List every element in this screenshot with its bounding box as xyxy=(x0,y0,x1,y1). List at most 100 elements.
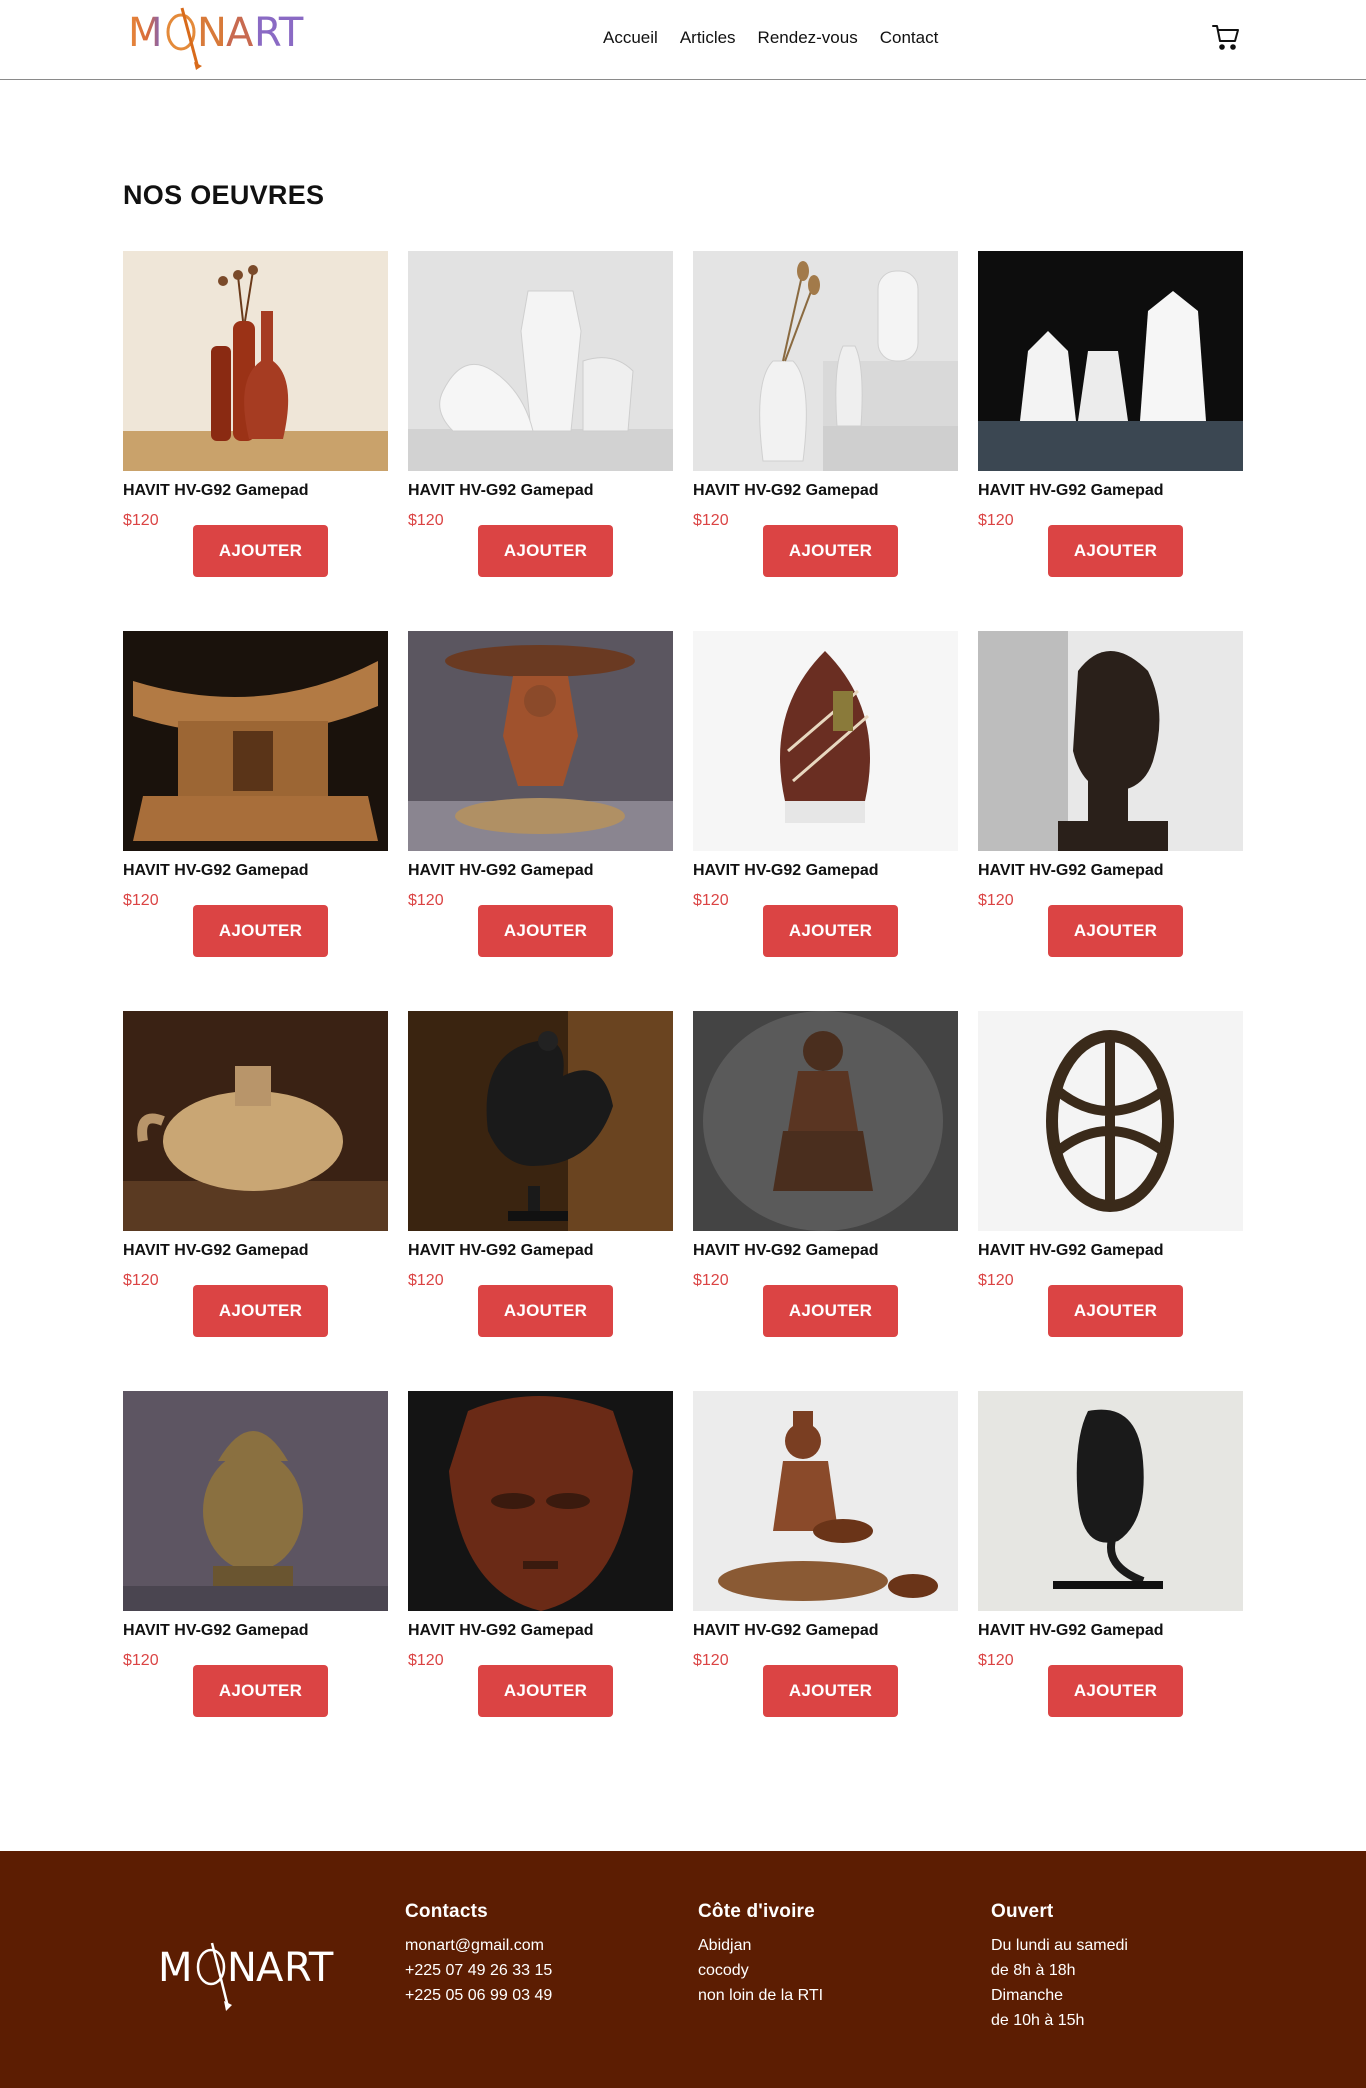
product-price: $120 xyxy=(408,512,444,529)
footer-hours-title: Ouvert xyxy=(991,1901,1054,1922)
add-to-cart-button[interactable]: AJOUTER xyxy=(478,525,613,577)
product-title[interactable]: HAVIT HV-G92 Gamepad xyxy=(123,1622,309,1640)
svg-text:RT: RT xyxy=(284,1945,334,1991)
svg-text:M: M xyxy=(128,10,162,56)
product-image-geometric-white-vases[interactable] xyxy=(978,251,1243,471)
product-title[interactable]: HAVIT HV-G92 Gamepad xyxy=(693,1622,879,1640)
add-to-cart-button[interactable]: AJOUTER xyxy=(1048,1665,1183,1717)
product-image-dark-wooden-head[interactable] xyxy=(978,631,1243,851)
product-card[interactable]: HAVIT HV-G92 Gamepad $120 AJOUTER xyxy=(408,251,673,587)
add-to-cart-button[interactable]: AJOUTER xyxy=(763,1285,898,1337)
product-image-bronze-ife-head[interactable] xyxy=(123,1391,388,1611)
footer-phone-1[interactable]: +225 07 49 26 33 15 xyxy=(405,1958,645,1983)
product-card[interactable]: HAVIT HV-G92 Gamepad $120 AJOUTER xyxy=(978,251,1243,587)
product-image-wooden-mask[interactable] xyxy=(408,1391,673,1611)
product-image-seated-figure-bowl[interactable] xyxy=(693,1391,958,1611)
footer-location: Côte d'ivoire Abidjan cocody non loin de… xyxy=(698,1901,938,2008)
add-to-cart-button[interactable]: AJOUTER xyxy=(478,1285,613,1337)
product-card[interactable]: HAVIT HV-G92 Gamepad $120 AJOUTER xyxy=(123,631,388,967)
monart-logo[interactable]: M N A RT xyxy=(126,2,304,70)
product-price: $120 xyxy=(693,512,729,529)
add-to-cart-button[interactable]: AJOUTER xyxy=(193,905,328,957)
product-image-white-ceramic-vases[interactable] xyxy=(408,251,673,471)
add-to-cart-button[interactable]: AJOUTER xyxy=(193,1285,328,1337)
site-header: M N A RT Accueil Articles Rendez-vous Co… xyxy=(0,0,1366,80)
product-image-terracotta-vases[interactable] xyxy=(123,251,388,471)
footer-hours-line: de 10h à 15h xyxy=(991,2012,1085,2029)
product-title[interactable]: HAVIT HV-G92 Gamepad xyxy=(693,482,879,500)
product-title[interactable]: HAVIT HV-G92 Gamepad xyxy=(123,482,309,500)
svg-text:RT: RT xyxy=(254,10,304,56)
add-to-cart-button[interactable]: AJOUTER xyxy=(478,1665,613,1717)
cart-icon[interactable] xyxy=(1211,22,1241,52)
footer-hours: Ouvert Du lundi au samedi de 8h à 18h Di… xyxy=(991,1901,1231,2033)
product-card[interactable]: HAVIT HV-G92 Gamepad $120 AJOUTER xyxy=(123,1011,388,1347)
product-price: $120 xyxy=(693,1272,729,1289)
product-title[interactable]: HAVIT HV-G92 Gamepad xyxy=(693,862,879,880)
product-card[interactable]: HAVIT HV-G92 Gamepad $120 AJOUTER xyxy=(978,1391,1243,1727)
svg-text:N: N xyxy=(227,1945,257,1991)
product-card[interactable]: HAVIT HV-G92 Gamepad $120 AJOUTER xyxy=(693,1391,958,1727)
product-image-wooden-ashanti-stool[interactable] xyxy=(123,631,388,851)
add-to-cart-button[interactable]: AJOUTER xyxy=(763,1665,898,1717)
product-title[interactable]: HAVIT HV-G92 Gamepad xyxy=(978,862,1164,880)
product-title[interactable]: HAVIT HV-G92 Gamepad xyxy=(123,862,309,880)
product-card[interactable]: HAVIT HV-G92 Gamepad $120 AJOUTER xyxy=(408,1391,673,1727)
footer-contacts: Contacts monart@gmail.com +225 07 49 26 … xyxy=(405,1901,645,2008)
footer-location-line: cocody xyxy=(698,1962,749,1979)
nav-accueil[interactable]: Accueil xyxy=(603,28,658,48)
svg-text:A: A xyxy=(226,10,254,56)
add-to-cart-button[interactable]: AJOUTER xyxy=(478,905,613,957)
footer-email[interactable]: monart@gmail.com xyxy=(405,1933,645,1958)
product-price: $120 xyxy=(408,892,444,909)
nav-contact[interactable]: Contact xyxy=(880,28,939,48)
product-title[interactable]: HAVIT HV-G92 Gamepad xyxy=(408,1242,594,1260)
add-to-cart-button[interactable]: AJOUTER xyxy=(1048,525,1183,577)
product-card[interactable]: HAVIT HV-G92 Gamepad $120 AJOUTER xyxy=(123,1391,388,1727)
product-card[interactable]: HAVIT HV-G92 Gamepad $120 AJOUTER xyxy=(123,251,388,587)
add-to-cart-button[interactable]: AJOUTER xyxy=(763,905,898,957)
product-image-clay-pot[interactable] xyxy=(123,1011,388,1231)
product-image-black-mask-on-stand[interactable] xyxy=(978,1391,1243,1611)
product-image-bronze-rooster[interactable] xyxy=(408,1011,673,1231)
product-image-kneeling-figure[interactable] xyxy=(693,1011,958,1231)
footer-location-title: Côte d'ivoire xyxy=(698,1901,815,1922)
product-price: $120 xyxy=(693,1652,729,1669)
product-price: $120 xyxy=(408,1272,444,1289)
site-footer: M N A RT Contacts monart@gmail.com +225 … xyxy=(0,1851,1366,2088)
nav-rendez-vous[interactable]: Rendez-vous xyxy=(758,28,858,48)
product-title[interactable]: HAVIT HV-G92 Gamepad xyxy=(693,1242,879,1260)
product-card[interactable]: HAVIT HV-G92 Gamepad $120 AJOUTER xyxy=(408,631,673,967)
footer-location-line: Abidjan xyxy=(698,1937,752,1954)
add-to-cart-button[interactable]: AJOUTER xyxy=(763,525,898,577)
product-title[interactable]: HAVIT HV-G92 Gamepad xyxy=(408,862,594,880)
product-image-white-vases-dried-flowers[interactable] xyxy=(693,251,958,471)
product-price: $120 xyxy=(978,1272,1014,1289)
footer-phone-2[interactable]: +225 05 06 99 03 49 xyxy=(405,1983,645,2008)
product-title[interactable]: HAVIT HV-G92 Gamepad xyxy=(123,1242,309,1260)
add-to-cart-button[interactable]: AJOUTER xyxy=(1048,1285,1183,1337)
product-price: $120 xyxy=(123,1652,159,1669)
add-to-cart-button[interactable]: AJOUTER xyxy=(1048,905,1183,957)
product-title[interactable]: HAVIT HV-G92 Gamepad xyxy=(978,482,1164,500)
product-title[interactable]: HAVIT HV-G92 Gamepad xyxy=(978,1622,1164,1640)
nav-articles[interactable]: Articles xyxy=(680,28,736,48)
product-card[interactable]: HAVIT HV-G92 Gamepad $120 AJOUTER xyxy=(693,1011,958,1347)
product-card[interactable]: HAVIT HV-G92 Gamepad $120 AJOUTER xyxy=(978,1011,1243,1347)
product-card[interactable]: HAVIT HV-G92 Gamepad $120 AJOUTER xyxy=(693,251,958,587)
product-image-lattice-egg[interactable] xyxy=(978,1011,1243,1231)
product-title[interactable]: HAVIT HV-G92 Gamepad xyxy=(408,482,594,500)
add-to-cart-button[interactable]: AJOUTER xyxy=(193,525,328,577)
svg-text:A: A xyxy=(256,1945,284,1991)
product-price: $120 xyxy=(408,1652,444,1669)
footer-hours-line: de 8h à 18h xyxy=(991,1962,1076,1979)
product-card[interactable]: HAVIT HV-G92 Gamepad $120 AJOUTER xyxy=(978,631,1243,967)
page-title: NOS OEUVRES xyxy=(123,180,325,210)
product-card[interactable]: HAVIT HV-G92 Gamepad $120 AJOUTER xyxy=(693,631,958,967)
product-title[interactable]: HAVIT HV-G92 Gamepad xyxy=(978,1242,1164,1260)
product-image-carved-figure-stool[interactable] xyxy=(408,631,673,851)
product-image-chocolate-egg-sculpture[interactable] xyxy=(693,631,958,851)
product-card[interactable]: HAVIT HV-G92 Gamepad $120 AJOUTER xyxy=(408,1011,673,1347)
product-title[interactable]: HAVIT HV-G92 Gamepad xyxy=(408,1622,594,1640)
add-to-cart-button[interactable]: AJOUTER xyxy=(193,1665,328,1717)
